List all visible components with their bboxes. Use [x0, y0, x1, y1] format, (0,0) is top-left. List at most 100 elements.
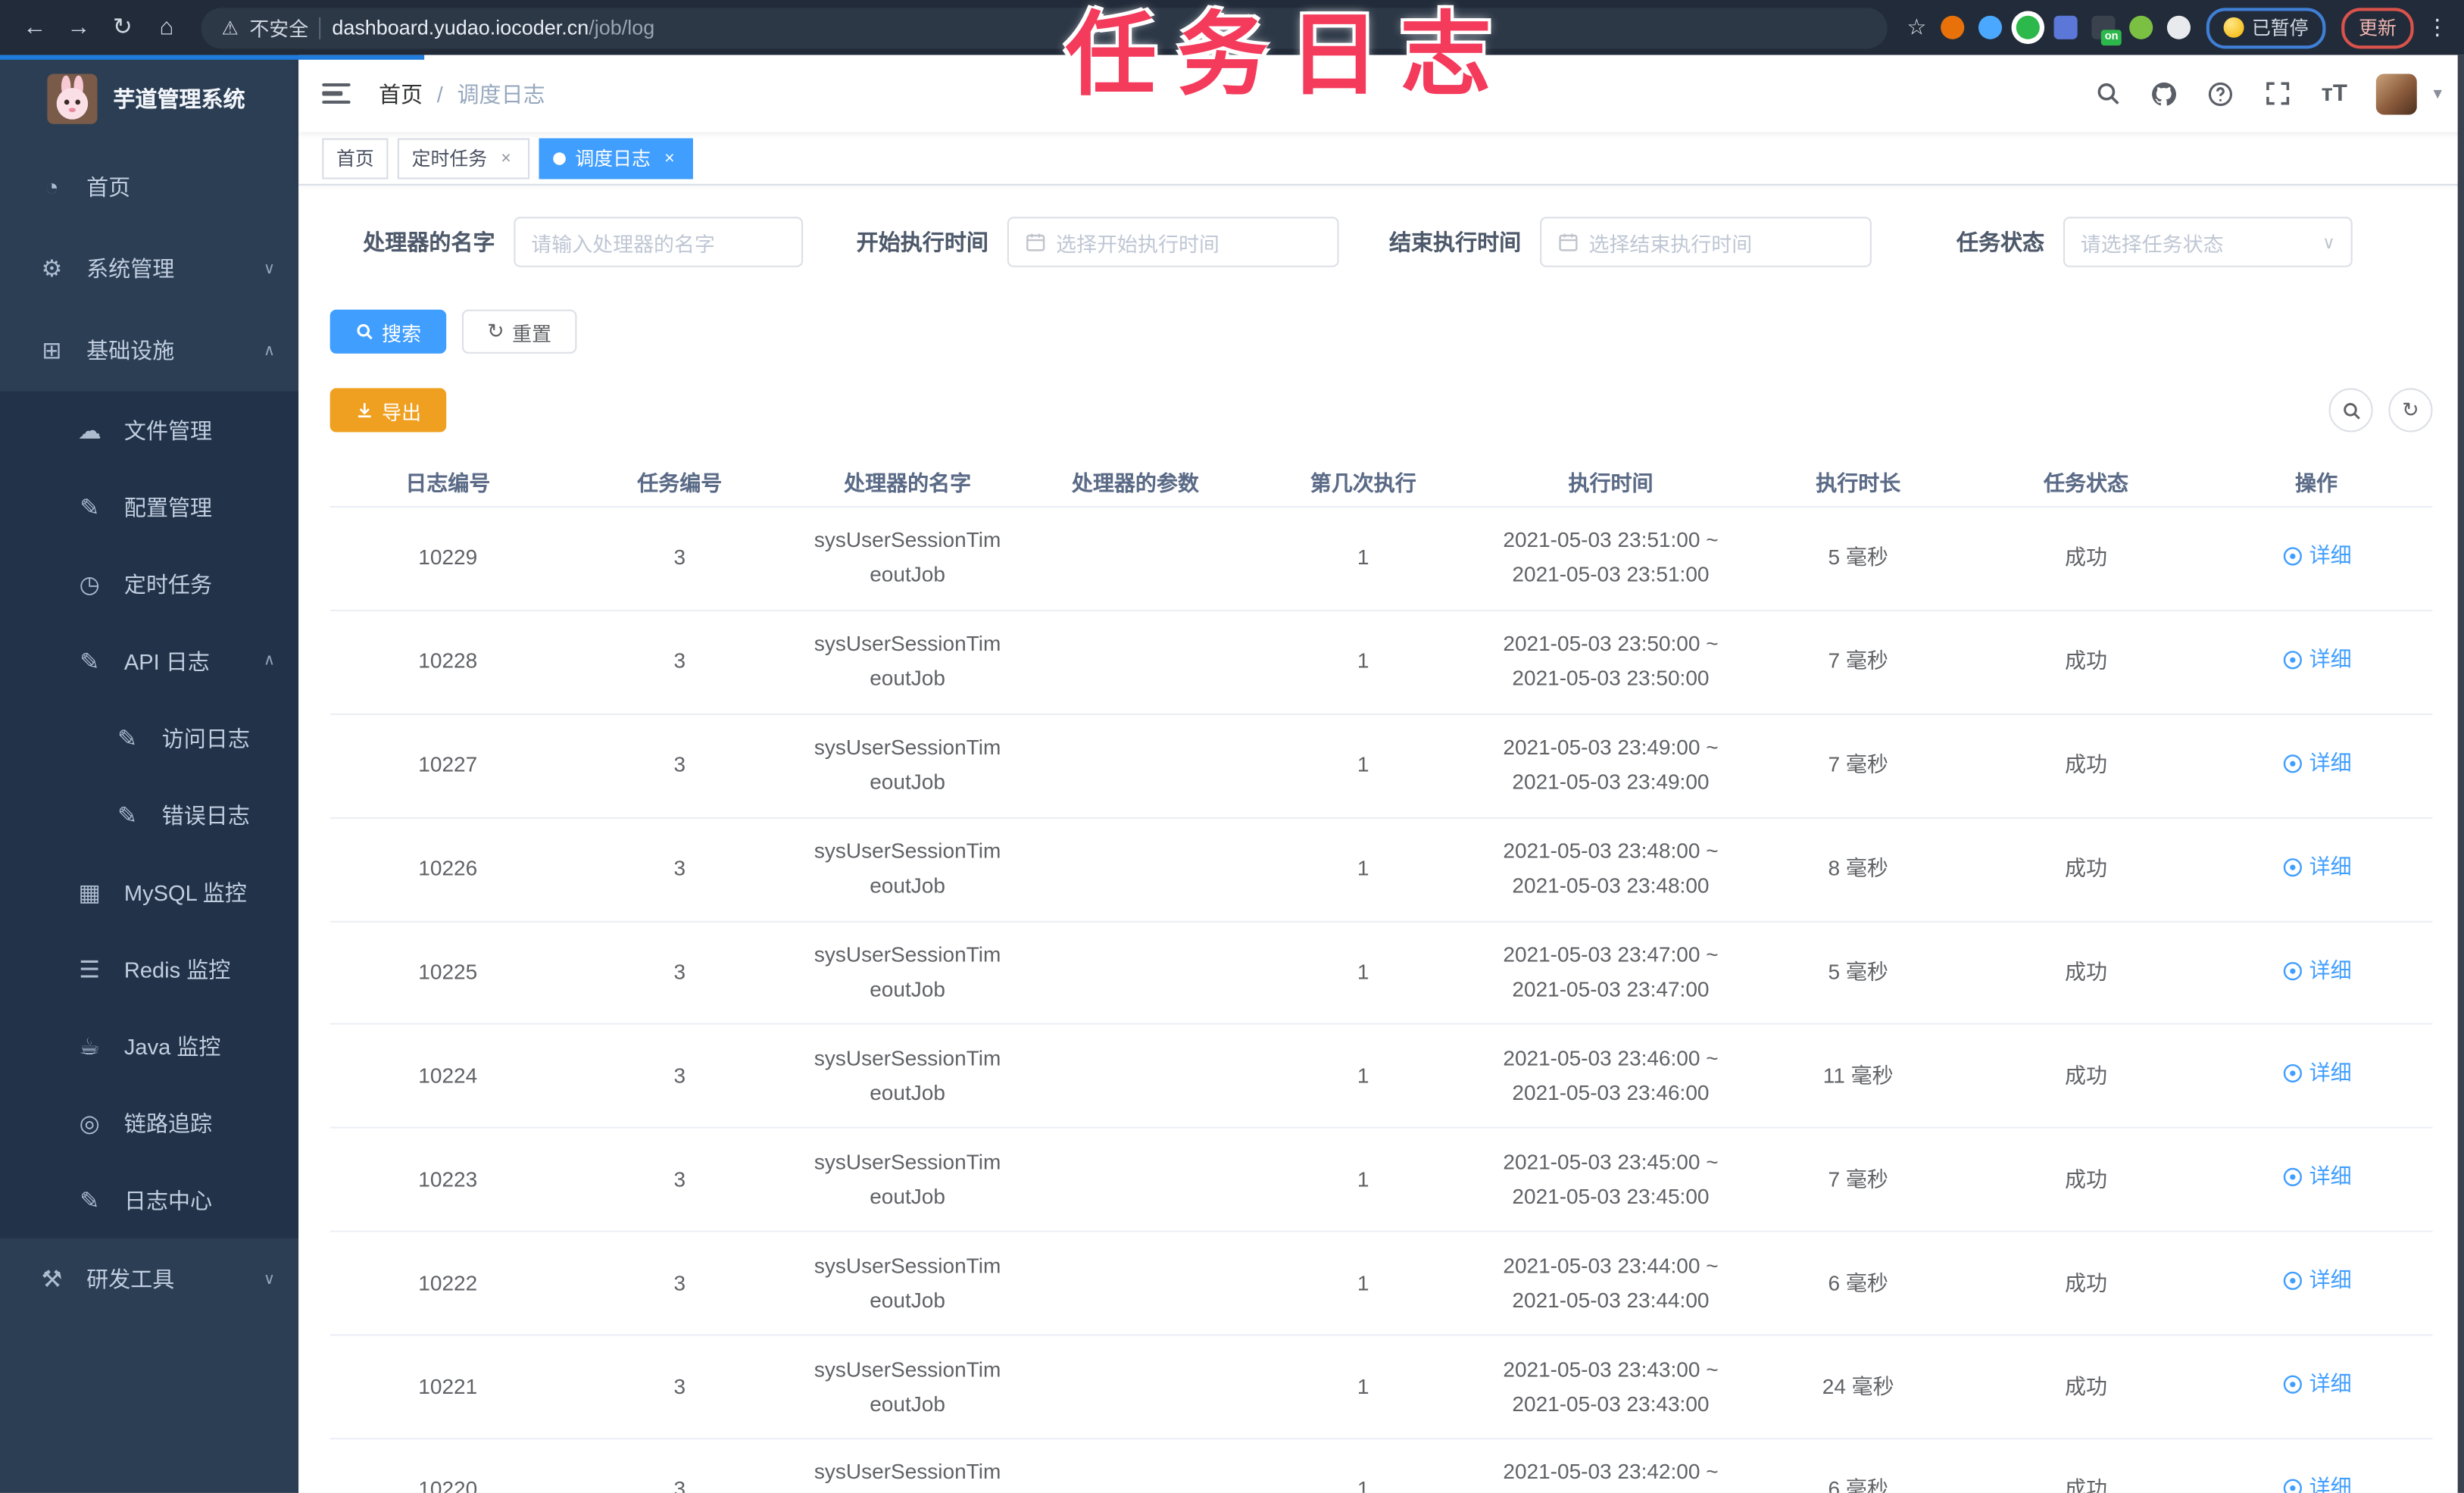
detail-link[interactable]: 详细	[2281, 1367, 2352, 1402]
sidebar-item-首页[interactable]: ◔ 首页	[0, 146, 298, 228]
browser-forward-icon[interactable]: →	[60, 8, 98, 46]
redis-monitor-icon: ☰	[79, 956, 101, 983]
browser-reload-icon[interactable]: ↻	[104, 8, 142, 46]
ext-orange-ring-icon[interactable]	[1941, 15, 1965, 39]
breadcrumb-current: 调度日志	[457, 80, 545, 107]
bookmark-star-icon[interactable]: ☆	[1907, 14, 1926, 41]
cloud-upload-icon: ☁	[77, 417, 101, 445]
ext-on-badge-icon[interactable]: on	[2091, 15, 2122, 46]
ext-grid-icon[interactable]	[2053, 15, 2078, 39]
start-time-picker[interactable]: 选择开始执行时间	[1007, 217, 1339, 267]
app-logo-row[interactable]: 芋道管理系统	[0, 55, 298, 143]
tab-首页[interactable]: 首页	[322, 137, 389, 179]
cell-retry-count: 1	[1357, 753, 1369, 777]
app-title: 芋道管理系统	[113, 86, 245, 112]
browser-home-icon[interactable]: ⌂	[148, 8, 186, 46]
update-browser-button[interactable]: 更新	[2341, 7, 2414, 48]
github-icon[interactable]	[2150, 80, 2178, 108]
cell-log-id: 10228	[418, 649, 478, 673]
detail-link[interactable]: 详细	[2281, 539, 2352, 573]
sidebar-item-定时任务[interactable]: ◷ 定时任务	[0, 545, 298, 623]
sidebar-item-访问日志[interactable]: ✎ 访问日志	[0, 699, 298, 776]
cell-actions: 详细	[2200, 850, 2432, 889]
cell-log-id: 10223	[418, 1167, 478, 1192]
browser-back-icon[interactable]: ←	[16, 8, 54, 46]
sidebar-item-基础设施[interactable]: ⊞ 基础设施 ∧	[0, 310, 298, 392]
detail-link[interactable]: 详细	[2281, 1160, 2352, 1195]
sidebar-item-label: 首页	[86, 174, 131, 200]
handler-name-input[interactable]: 请输入处理器的名字	[514, 217, 804, 267]
user-menu-caret-icon[interactable]: ▾	[2433, 83, 2441, 104]
detail-link[interactable]: 详细	[2281, 1057, 2352, 1092]
cell-retry-count: 1	[1357, 1064, 1369, 1088]
cell-log-id: 10222	[418, 1270, 478, 1295]
sidebar-item-文件管理[interactable]: ☁ 文件管理	[0, 392, 298, 469]
user-avatar[interactable]	[2376, 73, 2418, 114]
tab-定时任务[interactable]: 定时任务 ×	[397, 137, 530, 179]
ext-green-v-icon[interactable]	[2016, 15, 2040, 39]
tab-label: 调度日志	[575, 148, 651, 170]
detail-link[interactable]: 详细	[2281, 850, 2352, 885]
sidebar-item-链路追踪[interactable]: ◎ 链路追踪	[0, 1084, 298, 1161]
chevron-down-icon: ∨	[263, 260, 276, 278]
paused-extension-pill[interactable]: 已暂停	[2206, 7, 2326, 48]
table-row: 10225 3 sysUserSessionTim eoutJob 1 2021-…	[329, 922, 2433, 1026]
cell-exec-time: 2021-05-03 23:43:00 ~2021-05-03 23:43:00	[1503, 1357, 1719, 1416]
ext-green-leaf-icon[interactable]	[2129, 15, 2153, 39]
cell-retry-count: 1	[1357, 1270, 1369, 1295]
ext-puzzle-icon[interactable]	[2166, 15, 2191, 39]
sidebar-item-label: API 日志	[123, 648, 210, 673]
sidebar-item-MySQL-监控[interactable]: ▦ MySQL 监控	[0, 854, 298, 931]
detail-link[interactable]: 详细	[2281, 642, 2352, 677]
search-button[interactable]: 搜索	[329, 309, 447, 354]
cell-handler-name: sysUserSessionTimeoutJob	[814, 1357, 1001, 1416]
page-scrollbar[interactable]	[2457, 55, 2464, 1493]
toggle-search-button[interactable]	[2328, 388, 2373, 433]
detail-link[interactable]: 详细	[2281, 1263, 2352, 1298]
cell-handler-name: sysUserSessionTimeoutJob	[814, 736, 1001, 795]
detail-link[interactable]: 详细	[2281, 953, 2352, 988]
sidebar-item-系统管理[interactable]: ⚙ 系统管理 ∨	[0, 228, 298, 310]
browser-menu-icon[interactable]: ⋮	[2426, 14, 2448, 41]
font-size-icon[interactable]: ᴛT	[2320, 80, 2348, 108]
sidebar-item-label: 系统管理	[86, 256, 175, 282]
fullscreen-icon[interactable]	[2263, 80, 2291, 108]
detail-link[interactable]: 详细	[2281, 746, 2352, 781]
hamburger-icon[interactable]	[322, 78, 353, 109]
ext-blue-drop-icon[interactable]	[1978, 15, 2002, 39]
sidebar-item-配置管理[interactable]: ✎ 配置管理	[0, 468, 298, 545]
column-header: 任务编号	[637, 470, 723, 495]
column-header: 操作	[2294, 470, 2338, 495]
select-chevron-icon: ∨	[2322, 233, 2335, 252]
sidebar-item-研发工具[interactable]: ⚒ 研发工具 ∨	[0, 1238, 298, 1320]
export-button[interactable]: 导出	[329, 388, 447, 433]
sidebar-item-Java-监控[interactable]: ☕ Java 监控	[0, 1007, 298, 1085]
close-tab-icon[interactable]: ×	[497, 148, 516, 167]
header-search-icon[interactable]	[2094, 80, 2122, 108]
column-header: 处理器的名字	[844, 470, 972, 495]
detail-link[interactable]: 详细	[2281, 1471, 2352, 1493]
table-row: 10220 3 sysUserSessionTimeoutJob 1 2021-…	[330, 1439, 2433, 1493]
sidebar-item-Redis-监控[interactable]: ☰ Redis 监控	[0, 930, 298, 1007]
sidebar-item-API-日志[interactable]: ✎ API 日志 ∧	[0, 623, 298, 700]
address-bar[interactable]: ⚠ 不安全 dashboard.yudao.iocoder.cn/job/log	[201, 7, 1888, 48]
breadcrumb-home[interactable]: 首页	[379, 78, 423, 109]
cell-task-id: 3	[673, 1270, 686, 1295]
reset-button[interactable]: ↻ 重置	[461, 309, 577, 354]
security-label: 不安全	[249, 18, 309, 41]
cell-retry-count: 1	[1357, 545, 1369, 570]
sidebar-item-错误日志[interactable]: ✎ 错误日志	[0, 776, 298, 854]
end-time-picker[interactable]: 选择结束执行时间	[1540, 217, 1872, 267]
status-select[interactable]: 请选择任务状态 ∨	[2063, 217, 2353, 267]
eye-icon	[2282, 754, 2301, 773]
tab-调度日志[interactable]: 调度日志 ×	[539, 137, 694, 179]
close-tab-icon[interactable]: ×	[660, 148, 679, 167]
help-icon[interactable]	[2207, 80, 2235, 108]
refresh-table-button[interactable]: ↻	[2388, 388, 2433, 433]
cell-status: 成功	[2065, 649, 2108, 673]
table-row: 10226 3 sysUserSessionTim eoutJob 1 2021-…	[329, 818, 2433, 922]
cell-exec-time: 2021-05-03 23:50:00 ~2021-05-03 23:50:00	[1503, 632, 1719, 691]
sidebar-item-label: 研发工具	[86, 1267, 175, 1292]
sidebar-item-日志中心[interactable]: ✎ 日志中心	[0, 1161, 298, 1238]
sidebar-item-label: 定时任务	[123, 571, 213, 597]
